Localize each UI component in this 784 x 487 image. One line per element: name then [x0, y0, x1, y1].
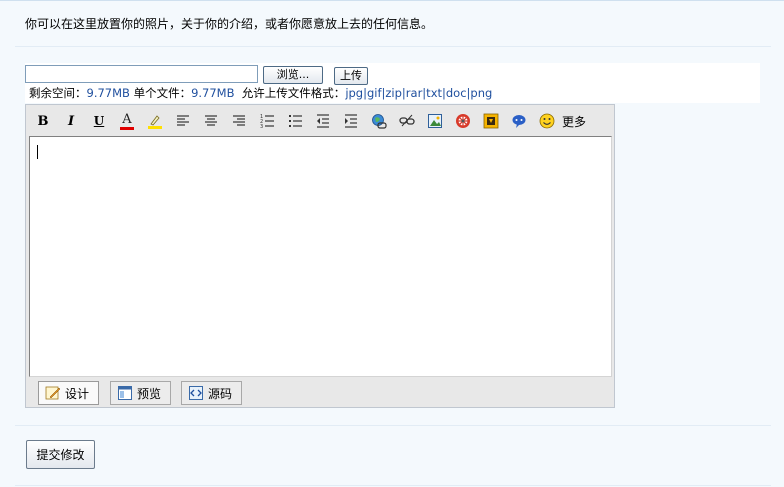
editor-content-area[interactable]: [29, 136, 612, 377]
insert-quote-button[interactable]: [509, 111, 529, 131]
upload-panel: 浏览... 上传 剩余空间：9.77MB 单个文件：9.77MB 允许上传文件格…: [25, 63, 760, 103]
speech-bubble-icon: [512, 115, 526, 128]
align-right-icon: [233, 115, 245, 126]
align-left-icon: [177, 115, 189, 126]
source-mode-tab[interactable]: 源码: [181, 381, 242, 405]
remain-space-label: 剩余空间：: [29, 86, 87, 100]
preview-mode-label: 预览: [137, 386, 162, 401]
preview-icon: [118, 386, 132, 400]
unlink-icon: [399, 114, 415, 127]
underline-icon: U: [93, 114, 105, 128]
design-mode-tab[interactable]: 设计: [38, 381, 99, 405]
design-icon: [45, 386, 61, 400]
text-caret: [37, 145, 38, 159]
align-center-icon: [205, 115, 217, 126]
editor-toolbar: B I U A 1 2 3 更多: [26, 105, 616, 136]
source-code-icon: [189, 386, 203, 400]
browse-button[interactable]: 浏览...: [263, 66, 323, 84]
quota-info: 剩余空间：9.77MB 单个文件：9.77MB 允许上传文件格式：jpg|gif…: [29, 85, 492, 101]
divider-middle: [15, 425, 771, 426]
align-center-button[interactable]: [201, 111, 221, 131]
insert-link-button[interactable]: [369, 111, 389, 131]
ordered-list-button[interactable]: 123: [257, 111, 277, 131]
globe-link-icon: [372, 114, 387, 129]
indent-button[interactable]: [341, 111, 361, 131]
underline-button[interactable]: U: [89, 111, 109, 131]
media-icon: [456, 114, 470, 128]
insert-flash-button[interactable]: [481, 111, 501, 131]
ordered-list-icon: 123: [260, 114, 274, 129]
bold-icon: B: [37, 113, 49, 129]
flash-icon: [483, 113, 499, 129]
unlink-button[interactable]: [397, 111, 417, 131]
highlight-icon: [148, 115, 162, 129]
design-mode-label: 设计: [65, 386, 90, 401]
insert-image-button[interactable]: [425, 111, 445, 131]
outdent-button[interactable]: [313, 111, 333, 131]
divider-top: [15, 46, 771, 47]
rich-text-editor: B I U A 1 2 3 更多 设计 预览 源码: [25, 104, 615, 408]
smiley-icon: [539, 113, 555, 129]
font-color-button[interactable]: A: [117, 111, 137, 131]
align-right-button[interactable]: [229, 111, 249, 131]
highlight-button[interactable]: [145, 111, 165, 131]
image-icon: [428, 114, 442, 128]
svg-text:3: 3: [260, 124, 263, 129]
single-file-label: 单个文件：: [129, 86, 192, 100]
align-left-button[interactable]: [173, 111, 193, 131]
remain-space-value: 9.77MB: [86, 86, 130, 100]
italic-icon: I: [67, 113, 75, 129]
divider-bottom: [15, 485, 771, 486]
bullet-list-icon: [289, 115, 302, 127]
file-path-input[interactable]: [25, 65, 258, 83]
more-tools-button[interactable]: 更多: [562, 113, 586, 130]
outdent-icon: [317, 114, 329, 128]
bullet-list-button[interactable]: [285, 111, 305, 131]
indent-icon: [345, 114, 357, 128]
italic-button[interactable]: I: [61, 111, 81, 131]
allowed-formats-value: jpg|gif|zip|rar|txt|doc|png: [345, 86, 493, 100]
insert-media-button[interactable]: [453, 111, 473, 131]
upload-button[interactable]: 上传: [334, 67, 368, 85]
top-border: [0, 0, 784, 1]
allowed-formats-label: 允许上传文件格式：: [234, 86, 346, 100]
single-file-value: 9.77MB: [191, 86, 235, 100]
source-mode-label: 源码: [208, 386, 233, 401]
font-color-icon: A: [119, 112, 135, 130]
intro-text: 你可以在这里放置你的照片，关于你的介绍，或者你愿意放上去的任何信息。: [25, 17, 434, 31]
insert-emoticon-button[interactable]: [537, 111, 557, 131]
bold-button[interactable]: B: [33, 111, 53, 131]
preview-mode-tab[interactable]: 预览: [110, 381, 171, 405]
submit-changes-button[interactable]: 提交修改: [26, 440, 95, 469]
